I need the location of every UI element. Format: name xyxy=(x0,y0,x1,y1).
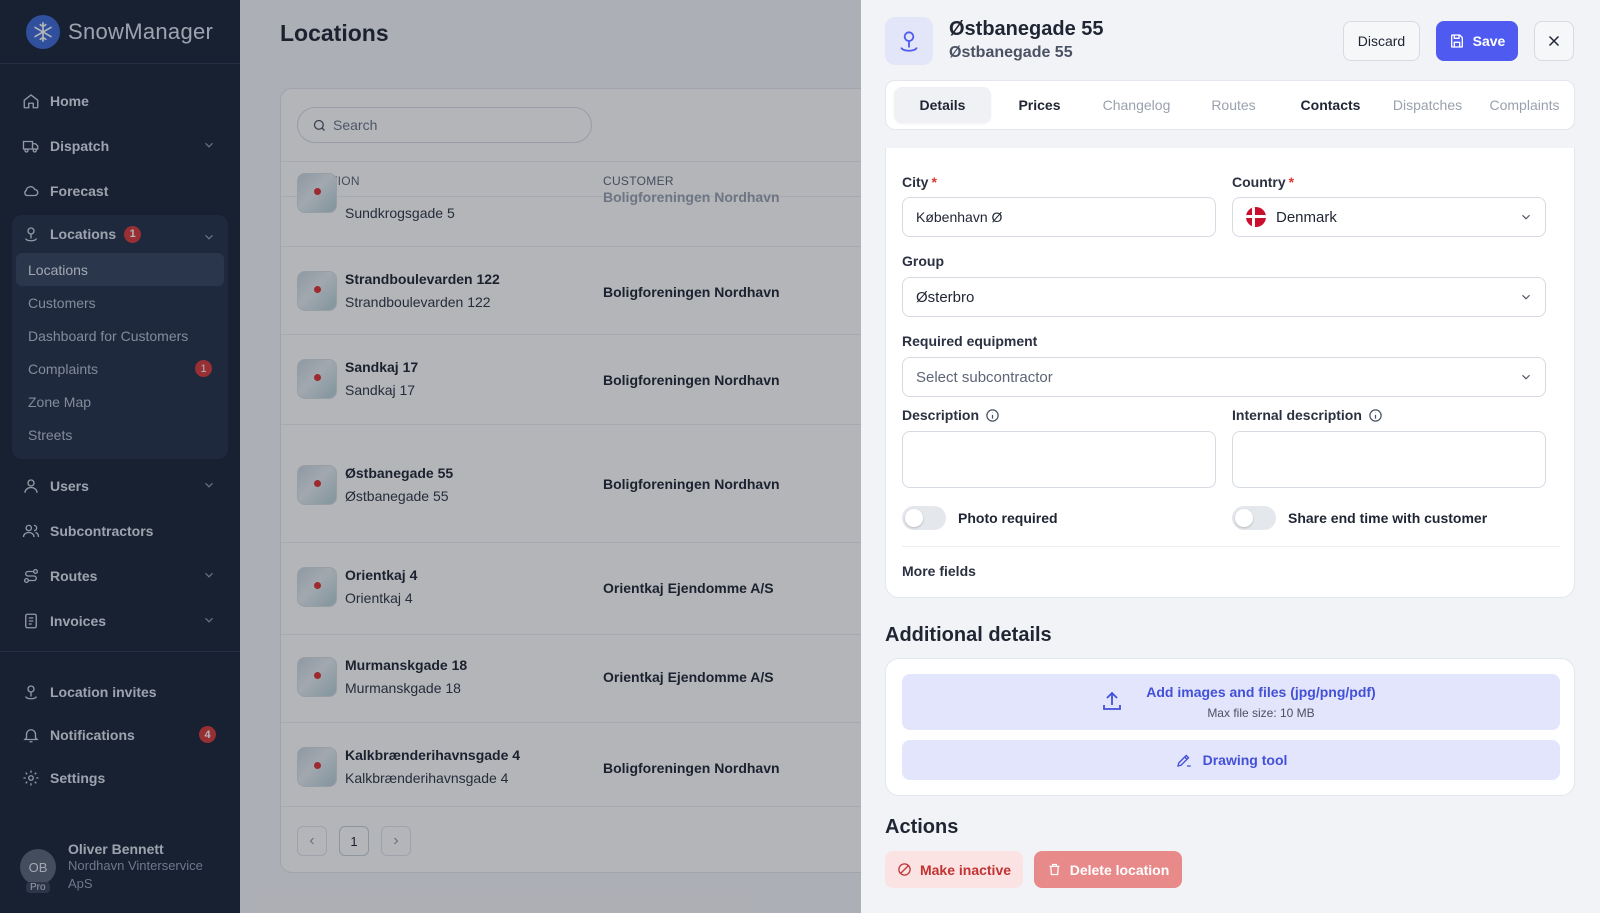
denmark-flag-icon xyxy=(1246,207,1266,227)
group-label: Group xyxy=(902,253,944,269)
drawer-title: Østbanegade 55 xyxy=(949,18,1104,40)
details-form: City * København Ø Country * Denmark Group… xyxy=(885,115,1575,598)
equipment-placeholder: Select subcontractor xyxy=(916,368,1053,386)
close-button[interactable] xyxy=(1534,21,1574,61)
location-edit-drawer: Østbanegade 55 Østbanegade 55 Discard Sa… xyxy=(861,0,1600,913)
drawing-tool-button[interactable]: Drawing tool xyxy=(902,740,1560,780)
tab-changelog[interactable]: Changelog xyxy=(1088,87,1185,123)
discard-button[interactable]: Discard xyxy=(1343,21,1420,61)
chevron-down-icon xyxy=(1519,370,1533,384)
country-value: Denmark xyxy=(1276,208,1337,226)
more-fields-button[interactable]: More fields xyxy=(902,563,976,579)
chevron-down-icon xyxy=(1519,290,1533,304)
drawing-tool-label: Drawing tool xyxy=(1202,752,1288,768)
city-value: København Ø xyxy=(916,209,1003,225)
internal-description-textarea[interactable] xyxy=(1232,431,1546,488)
delete-location-label: Delete location xyxy=(1069,861,1170,878)
info-icon[interactable] xyxy=(1368,408,1383,423)
form-divider xyxy=(902,546,1560,547)
save-icon xyxy=(1449,33,1465,49)
delete-location-button[interactable]: Delete location xyxy=(1034,851,1182,888)
upload-dropzone[interactable]: Add images and files (jpg/png/pdf) Max f… xyxy=(902,674,1560,730)
additional-details-title: Additional details xyxy=(885,624,1052,646)
location-pin-icon xyxy=(885,17,933,65)
required-equipment-label: Required equipment xyxy=(902,333,1038,349)
country-label: Country * xyxy=(1232,174,1295,190)
additional-details-card: Add images and files (jpg/png/pdf) Max f… xyxy=(885,658,1575,796)
internal-description-label: Internal description xyxy=(1232,407,1383,423)
photo-required-toggle[interactable] xyxy=(902,506,946,530)
upload-label: Add images and files (jpg/png/pdf) xyxy=(1146,684,1376,700)
share-end-time-label: Share end time with customer xyxy=(1288,510,1488,526)
tab-routes[interactable]: Routes xyxy=(1185,87,1282,123)
pen-tool-icon xyxy=(1175,751,1193,769)
required-equipment-select[interactable]: Select subcontractor xyxy=(902,357,1546,397)
description-textarea[interactable] xyxy=(902,431,1216,488)
group-select[interactable]: Østerbro xyxy=(902,277,1546,317)
tab-complaints[interactable]: Complaints xyxy=(1476,87,1573,123)
make-inactive-button[interactable]: Make inactive xyxy=(885,851,1023,888)
ban-icon xyxy=(897,862,912,877)
trash-icon xyxy=(1047,862,1062,877)
chevron-down-icon xyxy=(1519,210,1533,224)
tab-contacts[interactable]: Contacts xyxy=(1282,87,1379,123)
drawer-header: Østbanegade 55 Østbanegade 55 Discard Sa… xyxy=(861,0,1600,148)
country-select[interactable]: Denmark xyxy=(1232,197,1546,237)
save-button[interactable]: Save xyxy=(1436,21,1518,61)
drawer-subtitle: Østbanegade 55 xyxy=(949,44,1073,61)
make-inactive-label: Make inactive xyxy=(919,861,1012,878)
tab-details[interactable]: Details xyxy=(894,87,991,123)
upload-hint: Max file size: 10 MB xyxy=(1207,706,1315,720)
tab-prices[interactable]: Prices xyxy=(991,87,1088,123)
tab-dispatches[interactable]: Dispatches xyxy=(1379,87,1476,123)
actions-title: Actions xyxy=(885,816,959,838)
city-label: City * xyxy=(902,174,937,190)
save-label: Save xyxy=(1472,33,1506,49)
share-end-time-toggle[interactable] xyxy=(1232,506,1276,530)
close-icon xyxy=(1548,35,1560,47)
info-icon[interactable] xyxy=(985,408,1000,423)
description-label: Description xyxy=(902,407,1000,423)
photo-required-label: Photo required xyxy=(958,510,1058,526)
city-input[interactable]: København Ø xyxy=(902,197,1216,237)
group-value: Østerbro xyxy=(916,288,975,306)
drawer-tabs: Details Prices Changelog Routes Contacts… xyxy=(885,80,1575,130)
